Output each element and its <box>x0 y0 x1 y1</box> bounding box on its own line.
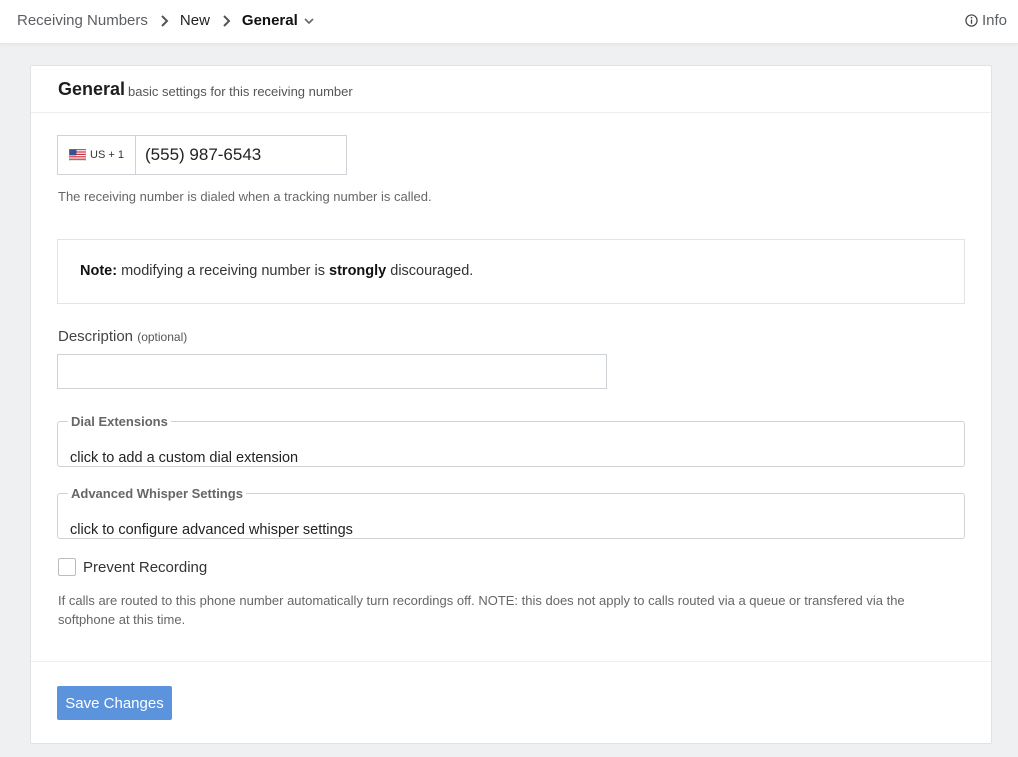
phone-number-input[interactable]: (555) 987-6543 <box>136 136 261 174</box>
top-bar: Receiving Numbers New General Info <box>0 0 1018 44</box>
add-dial-extension-link[interactable]: click to add a custom dial extension <box>70 450 298 466</box>
card-header: General basic settings for this receivin… <box>31 66 991 113</box>
dial-extensions-legend: Dial Extensions <box>71 414 168 429</box>
description-label: Description (optional) <box>58 328 187 345</box>
chevron-right-icon <box>219 13 235 29</box>
description-label-text: Description <box>58 328 134 345</box>
phone-helper-text: The receiving number is dialed when a tr… <box>58 189 432 204</box>
country-code-label: US + 1 <box>90 149 124 161</box>
save-changes-button[interactable]: Save Changes <box>57 686 172 720</box>
section-subtitle: basic settings for this receiving number <box>128 84 353 99</box>
info-link[interactable]: Info <box>965 12 1007 29</box>
advanced-whisper-group[interactable]: Advanced Whisper Settings click to confi… <box>57 486 965 539</box>
note-label: Note: <box>80 263 118 279</box>
footer-divider <box>31 661 991 662</box>
country-code-select[interactable]: US + 1 <box>58 136 136 174</box>
prevent-recording-label[interactable]: Prevent Recording <box>83 559 207 576</box>
us-flag-icon <box>69 149 87 161</box>
note-box: Note: modifying a receiving number is st… <box>57 239 965 304</box>
dial-extensions-group[interactable]: Dial Extensions click to add a custom di… <box>57 414 965 467</box>
note-text: Note: modifying a receiving number is st… <box>80 263 473 279</box>
chevron-down-icon[interactable] <box>304 17 314 25</box>
configure-whisper-link[interactable]: click to configure advanced whisper sett… <box>70 522 353 538</box>
breadcrumb: Receiving Numbers New General <box>17 12 314 29</box>
optional-hint: (optional) <box>137 330 188 344</box>
info-label: Info <box>981 12 1007 29</box>
note-text-after: discouraged. <box>386 263 474 279</box>
info-circle-icon <box>965 14 978 27</box>
prevent-recording-checkbox[interactable] <box>58 558 76 576</box>
settings-card: General basic settings for this receivin… <box>30 65 992 744</box>
note-emphasis: strongly <box>329 263 387 279</box>
advanced-whisper-legend: Advanced Whisper Settings <box>71 486 243 501</box>
section-title: General <box>58 79 126 99</box>
note-text-before: modifying a receiving number is <box>117 263 330 279</box>
prevent-recording-row: Prevent Recording <box>58 558 207 576</box>
phone-input-group: US + 1 (555) 987-6543 <box>57 135 347 175</box>
breadcrumb-general[interactable]: General <box>242 12 298 29</box>
breadcrumb-new[interactable]: New <box>180 12 210 29</box>
breadcrumb-receiving-numbers[interactable]: Receiving Numbers <box>17 12 148 29</box>
chevron-right-icon <box>157 13 173 29</box>
description-input[interactable] <box>57 354 607 389</box>
prevent-recording-help: If calls are routed to this phone number… <box>58 593 905 627</box>
